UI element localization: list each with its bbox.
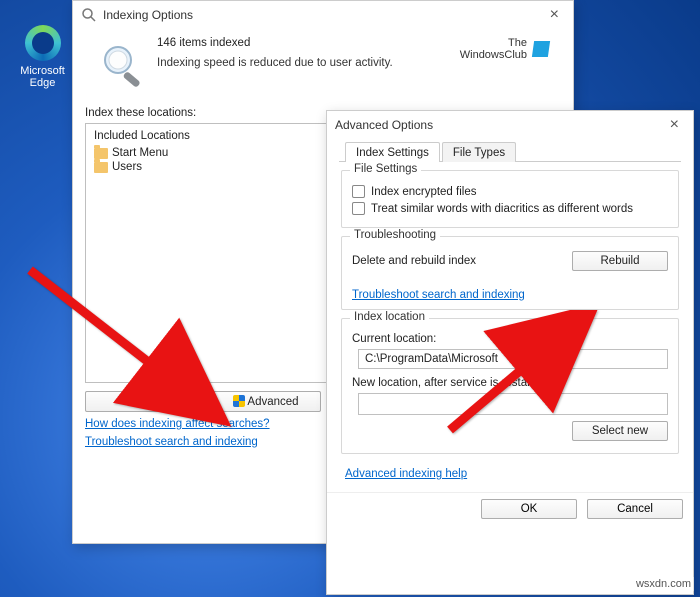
- close-icon[interactable]: ×: [544, 4, 565, 26]
- magnifier-icon: [97, 41, 147, 91]
- items-indexed-count: 146 items indexed: [157, 37, 393, 49]
- indexing-note: Indexing speed is reduced due to user ac…: [157, 57, 393, 69]
- window-title: Advanced Options: [335, 118, 433, 132]
- link-advanced-indexing-help[interactable]: Advanced indexing help: [345, 468, 467, 480]
- rebuild-label: Delete and rebuild index: [352, 255, 476, 267]
- modify-button[interactable]: Modify: [85, 391, 195, 412]
- group-index-location: Index location Current location: C:\Prog…: [341, 318, 679, 454]
- group-troubleshooting: Troubleshooting Delete and rebuild index…: [341, 236, 679, 310]
- close-icon[interactable]: ×: [664, 114, 685, 136]
- window-title: Indexing Options: [103, 8, 193, 22]
- cancel-button[interactable]: Cancel: [587, 499, 683, 519]
- new-location-input[interactable]: [358, 393, 668, 415]
- checkbox-index-encrypted[interactable]: [352, 185, 365, 198]
- desktop-icon-edge[interactable]: Microsoft Edge: [15, 25, 70, 89]
- tab-file-types[interactable]: File Types: [442, 142, 516, 162]
- titlebar-advanced: Advanced Options ×: [327, 111, 693, 139]
- logo-square-icon: [532, 41, 550, 57]
- ok-button[interactable]: OK: [481, 499, 577, 519]
- windowsclub-logo: The WindowsClub: [460, 37, 555, 61]
- watermark: wsxdn.com: [633, 577, 694, 591]
- folder-icon: [94, 148, 108, 159]
- current-location-label: Current location:: [352, 333, 436, 345]
- edge-icon: [25, 25, 61, 61]
- search-icon: [81, 7, 97, 23]
- group-file-settings: File Settings Index encrypted files Trea…: [341, 170, 679, 228]
- link-troubleshoot-indexing[interactable]: Troubleshoot search and indexing: [85, 436, 258, 448]
- new-location-label: New location, after service is restarted…: [352, 377, 550, 389]
- link-how-indexing-affects[interactable]: How does indexing affect searches?: [85, 418, 270, 430]
- shield-icon: [233, 395, 245, 407]
- tab-index-settings[interactable]: Index Settings: [345, 142, 440, 162]
- checkbox-label: Treat similar words with diacritics as d…: [371, 203, 633, 215]
- folder-icon: [94, 162, 108, 173]
- titlebar-indexing: Indexing Options ×: [73, 1, 573, 29]
- checkbox-label: Index encrypted files: [371, 186, 476, 198]
- window-advanced-options: Advanced Options × Index Settings File T…: [326, 110, 694, 595]
- select-new-button[interactable]: Select new: [572, 421, 668, 441]
- current-location-value: C:\ProgramData\Microsoft: [358, 349, 668, 369]
- link-troubleshoot-search[interactable]: Troubleshoot search and indexing: [352, 289, 525, 301]
- desktop-icon-label: Microsoft Edge: [15, 65, 70, 89]
- rebuild-button[interactable]: Rebuild: [572, 251, 668, 271]
- checkbox-diacritics[interactable]: [352, 202, 365, 215]
- advanced-button[interactable]: Advanced: [211, 391, 321, 412]
